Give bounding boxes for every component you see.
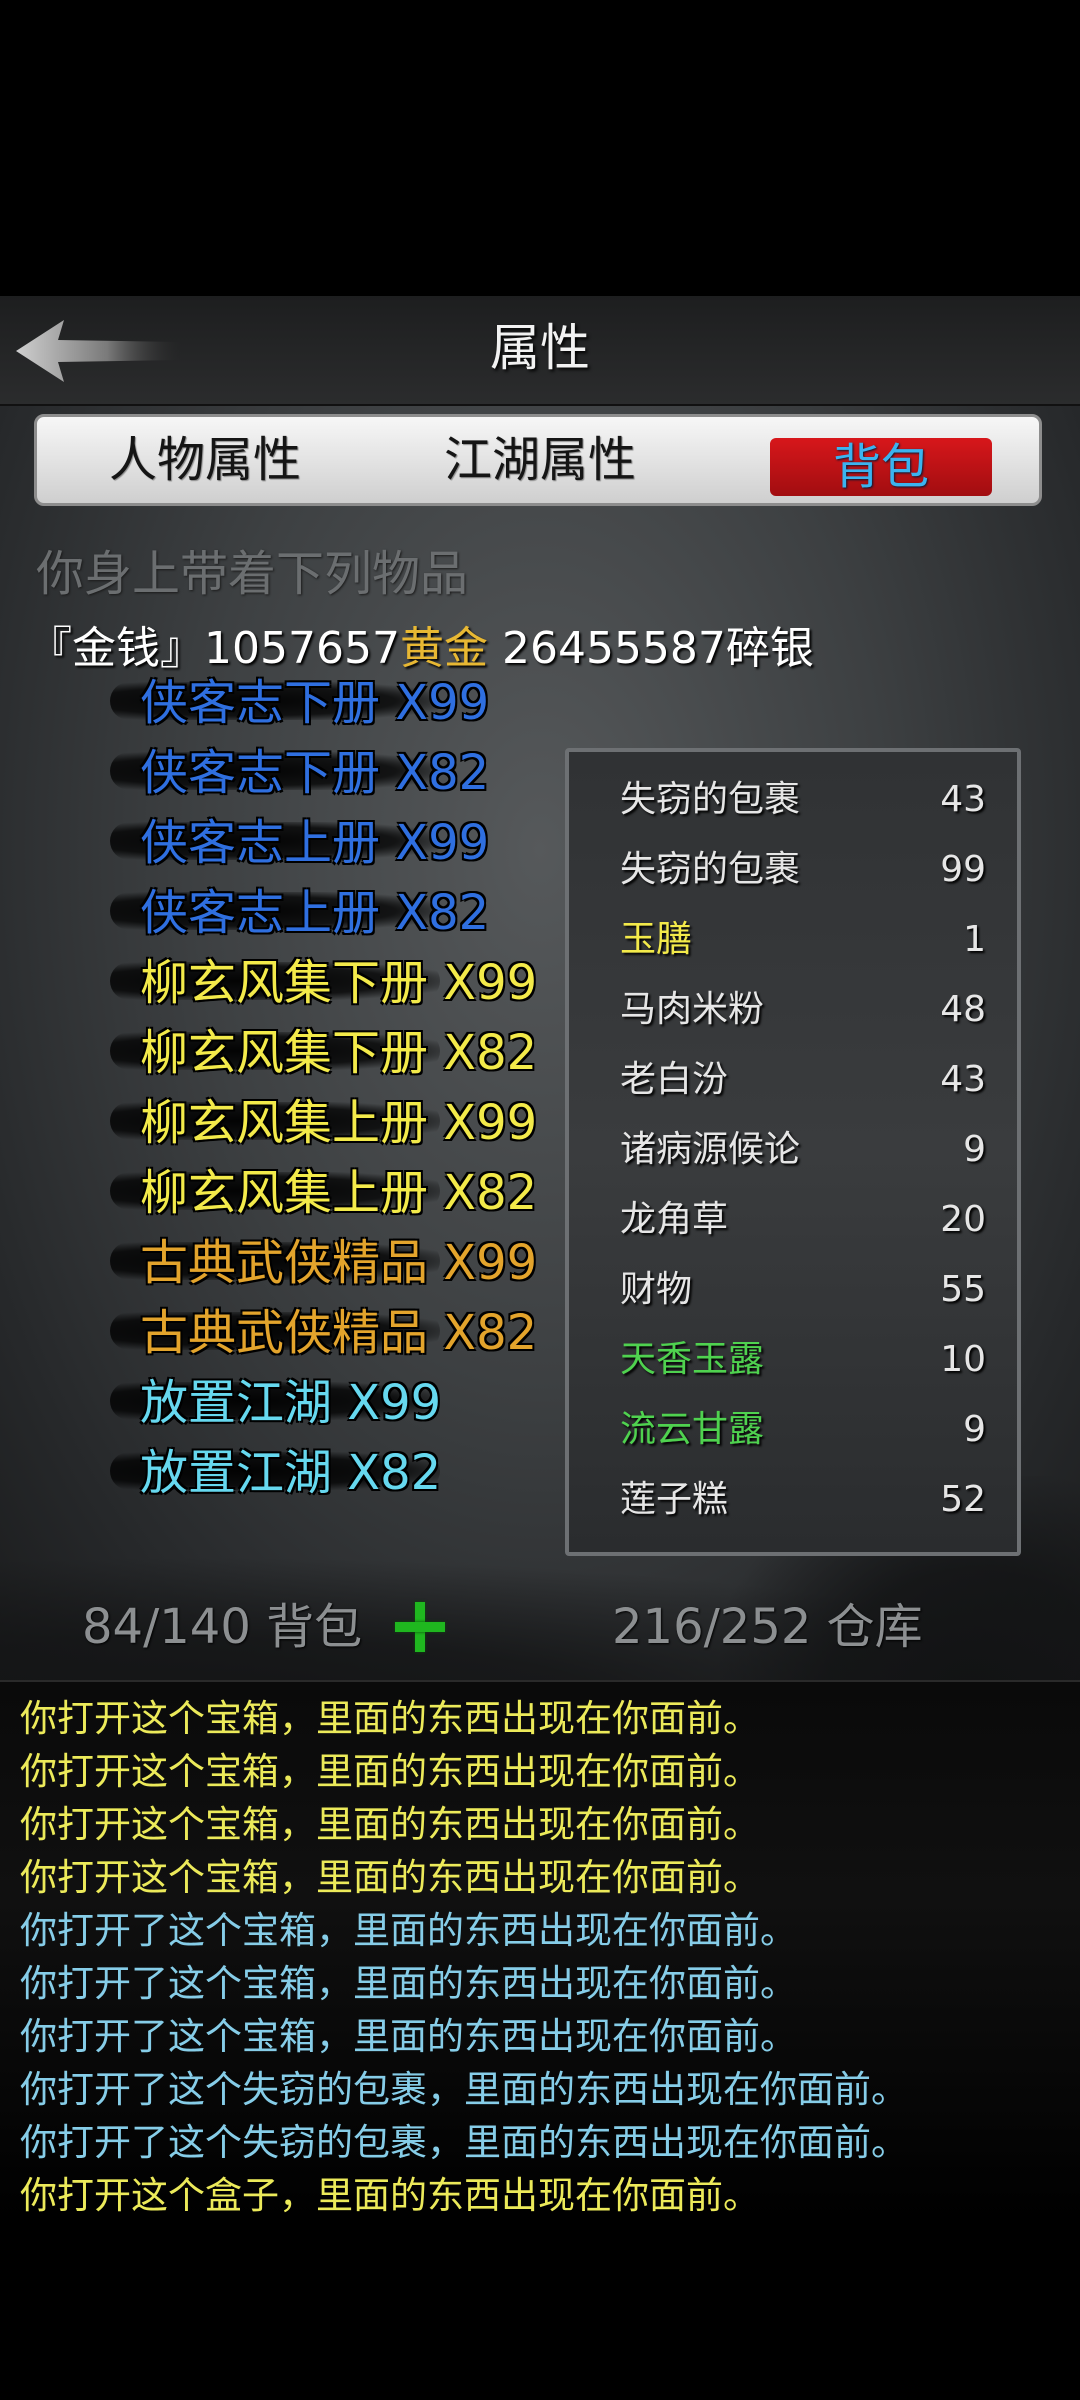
bag-item-label[interactable]: 柳玄风集下册 X82: [140, 1018, 537, 1088]
box-item[interactable]: 莲子糕 52: [620, 1465, 1000, 1535]
box-item[interactable]: 天香玉露 10: [620, 1325, 1000, 1395]
game-screen: 属性 人物属性 江湖属性 背包 你身上带着下列物品 『金钱』1057657黄金 …: [0, 0, 1080, 2400]
bag-item-label[interactable]: 柳玄风集上册 X99: [140, 1088, 537, 1158]
bag-item-label[interactable]: 放置江湖 X82: [140, 1438, 441, 1508]
box-item[interactable]: 诸病源候论 9: [620, 1115, 1000, 1185]
money-prefix: 『金钱』: [28, 623, 204, 674]
silver-amount: 26455587: [487, 623, 726, 674]
carry-label: 你身上带着下列物品: [36, 546, 469, 602]
log-line: 你打开这个宝箱，里面的东西出现在你面前。: [20, 1697, 760, 1740]
bag-item[interactable]: 侠客志上册 X82: [110, 878, 550, 948]
box-item[interactable]: 财物 55: [620, 1255, 1000, 1325]
log-line: 你打开这个宝箱，里面的东西出现在你面前。: [20, 1803, 760, 1846]
box-item[interactable]: 龙角草 20: [620, 1185, 1000, 1255]
box-item-count: 10: [940, 1339, 986, 1380]
bag-item-list[interactable]: 侠客志下册 X99 侠客志下册 X82 侠客志上册 X99 侠客志上册 X82 柳玄风集…: [110, 668, 550, 1544]
box-item-name: 龙角草: [620, 1199, 729, 1240]
log-line: 你打开这个盒子，里面的东西出现在你面前。: [20, 2174, 760, 2217]
box-item-name: 莲子糕: [620, 1479, 729, 1520]
gold-amount: 1057657: [204, 623, 400, 674]
box-item-count: 99: [940, 849, 986, 890]
page-title: 属性: [490, 319, 590, 377]
log-line: 你打开了这个宝箱，里面的东西出现在你面前。: [20, 2015, 797, 2058]
bag-item[interactable]: 放置江湖 X99: [110, 1368, 550, 1438]
box-item-name: 天香玉露: [620, 1339, 765, 1380]
bag-item-label[interactable]: 侠客志上册 X82: [140, 878, 489, 948]
bag-item[interactable]: 侠客志下册 X99: [110, 668, 550, 738]
bag-item[interactable]: 古典武侠精品 X99: [110, 1228, 550, 1298]
bag-item[interactable]: 柳玄风集下册 X99: [110, 948, 550, 1018]
box-item-name: 流云甘露: [620, 1409, 765, 1450]
bag-item-label[interactable]: 柳玄风集下册 X99: [140, 948, 537, 1018]
box-item-name: 马肉米粉: [620, 989, 765, 1030]
box-item[interactable]: 流云甘露 9: [620, 1395, 1000, 1465]
log-line: 你打开这个宝箱，里面的东西出现在你面前。: [20, 1750, 760, 1793]
tab-backpack[interactable]: 背包: [770, 438, 992, 496]
box-item-name: 诸病源候论: [620, 1129, 801, 1170]
box-item[interactable]: 失窃的包裹 99: [620, 835, 1000, 905]
tab-jianghu-attributes[interactable]: 江湖属性: [425, 422, 655, 498]
box-item[interactable]: 马肉米粉 48: [620, 975, 1000, 1045]
box-item-count: 1: [963, 919, 986, 960]
box-item-name: 财物: [620, 1269, 693, 1310]
bag-item-label[interactable]: 侠客志上册 X99: [140, 808, 489, 878]
box-item[interactable]: 失窃的包裹 43: [620, 765, 1000, 835]
box-item-name: 老白汾: [620, 1059, 729, 1100]
bag-item[interactable]: 侠客志下册 X82: [110, 738, 550, 808]
storage-capacity: 216/252 仓库: [612, 1599, 923, 1655]
box-item-name: 失窃的包裹: [620, 849, 801, 890]
log-line: 你打开这个宝箱，里面的东西出现在你面前。: [20, 1856, 760, 1899]
bag-item-label[interactable]: 古典武侠精品 X82: [140, 1298, 537, 1368]
box-item[interactable]: 玉膳 1: [620, 905, 1000, 975]
bag-item[interactable]: 柳玄风集上册 X99: [110, 1088, 550, 1158]
bag-item-label[interactable]: 柳玄风集上册 X82: [140, 1158, 537, 1228]
plus-icon[interactable]: [395, 1602, 445, 1652]
log-line: 你打开了这个宝箱，里面的东西出现在你面前。: [20, 1909, 797, 1952]
log-line: 你打开了这个宝箱，里面的东西出现在你面前。: [20, 1962, 797, 2005]
box-item-count: 43: [940, 779, 986, 820]
box-item[interactable]: 老白汾 43: [620, 1045, 1000, 1115]
box-item-count: 9: [963, 1129, 986, 1170]
bag-item[interactable]: 侠客志上册 X99: [110, 808, 550, 878]
money-line: 『金钱』1057657黄金 26455587碎银: [28, 612, 814, 676]
bag-item[interactable]: 柳玄风集上册 X82: [110, 1158, 550, 1228]
box-item-count: 43: [940, 1059, 986, 1100]
bag-item-label[interactable]: 放置江湖 X99: [140, 1368, 441, 1438]
bag-capacity: 84/140 背包: [82, 1599, 363, 1655]
gold-label: 黄金: [399, 623, 488, 674]
tab-character-attributes[interactable]: 人物属性: [90, 422, 320, 498]
bag-item-label[interactable]: 侠客志下册 X82: [140, 738, 489, 808]
silver-label: 碎银: [725, 623, 814, 674]
log-line: 你打开了这个失窃的包裹，里面的东西出现在你面前。: [20, 2121, 908, 2164]
bag-item-label[interactable]: 古典武侠精品 X99: [140, 1228, 537, 1298]
bag-item-label[interactable]: 侠客志下册 X99: [140, 668, 489, 738]
bag-item[interactable]: 柳玄风集下册 X82: [110, 1018, 550, 1088]
box-item-count: 52: [940, 1479, 986, 1520]
log-line: 你打开了这个失窃的包裹，里面的东西出现在你面前。: [20, 2068, 908, 2111]
box-item-count: 55: [940, 1269, 986, 1310]
box-item-count: 20: [940, 1199, 986, 1240]
bag-item[interactable]: 古典武侠精品 X82: [110, 1298, 550, 1368]
box-item-count: 9: [963, 1409, 986, 1450]
bag-item[interactable]: 放置江湖 X82: [110, 1438, 550, 1508]
box-item-name: 失窃的包裹: [620, 779, 801, 820]
box-item-count: 48: [940, 989, 986, 1030]
box-item-name: 玉膳: [620, 919, 693, 960]
message-log: 你打开这个宝箱，里面的东西出现在你面前。 你打开这个宝箱，里面的东西出现在你面前。…: [0, 1680, 1080, 2222]
